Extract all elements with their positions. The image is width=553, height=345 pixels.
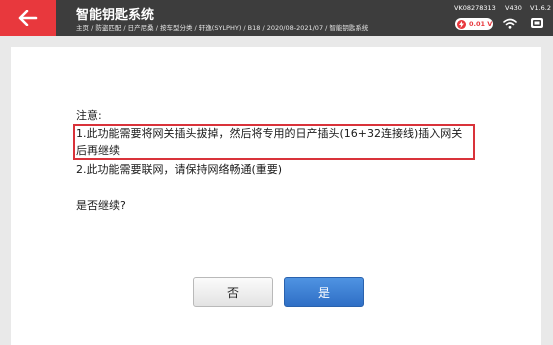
back-arrow-icon: [18, 10, 38, 26]
voltage-value: 0.01 V: [469, 20, 493, 28]
back-button[interactable]: [0, 0, 56, 36]
wifi-icon: [503, 18, 517, 29]
note-title: 注意:: [76, 109, 102, 122]
voltage-icon: [457, 19, 466, 29]
breadcrumb: 主页 / 防盗匹配 / 日产尼桑 / 按车型分类 / 轩逸(SYLPHY) / …: [76, 24, 369, 32]
voltage-badge: 0.01 V: [455, 18, 493, 30]
confirm-question: 是否继续?: [76, 199, 126, 212]
no-button[interactable]: 否: [193, 277, 273, 307]
instruction-line-1: 1.此功能需要将网关插头拔掉，然后将专用的日产插头(16+32连接线)插入网关: [76, 127, 463, 140]
software-version: V1.6.2: [530, 4, 551, 12]
page-title: 智能钥匙系统: [76, 8, 155, 23]
yes-button[interactable]: 是: [284, 277, 364, 307]
battery-icon: [531, 18, 543, 28]
dialog-panel: 注意: 1.此功能需要将网关插头拔掉，然后将专用的日产插头(16+32连接线)插…: [11, 47, 541, 345]
instruction-line-2: 2.此功能需要联网，请保持网络畅通(重要): [76, 163, 283, 176]
instruction-line-1-cont: 后再继续: [76, 144, 120, 157]
device-model: V430: [505, 4, 522, 12]
device-serial: VK08278313: [454, 4, 496, 12]
top-bar: 智能钥匙系统 主页 / 防盗匹配 / 日产尼桑 / 按车型分类 / 轩逸(SYL…: [0, 0, 553, 36]
